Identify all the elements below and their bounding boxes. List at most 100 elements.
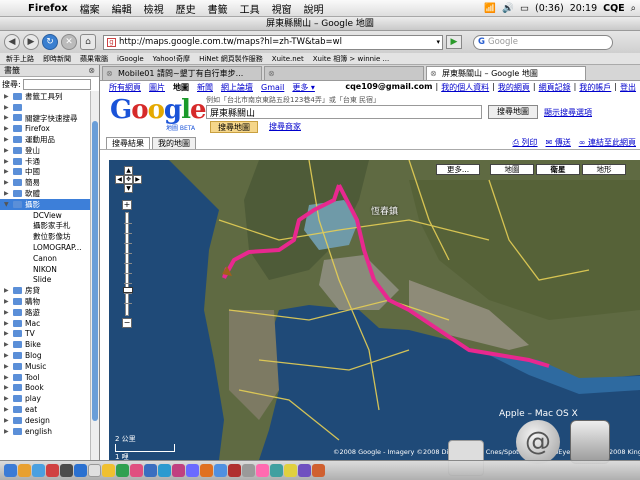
- home-button[interactable]: ⌂: [80, 34, 96, 50]
- dock-app-icon[interactable]: [312, 464, 325, 477]
- bookmark-item[interactable]: DCView: [0, 210, 99, 221]
- go-button[interactable]: ▶: [446, 35, 462, 49]
- disclosure-triangle-icon[interactable]: ▶: [4, 384, 10, 391]
- dock-app-icon[interactable]: [228, 464, 241, 477]
- dock-app-icon[interactable]: [88, 464, 101, 477]
- search-maps-button[interactable]: 搜尋地圖: [488, 105, 538, 119]
- tab-mobile01[interactable]: ⊗ Mobile01 請問~墾丁有自行車步...: [102, 66, 262, 80]
- dock-app-icon[interactable]: [46, 464, 59, 477]
- satellite-map[interactable]: 更多... 地圖 衛星 地形 ▲ ◀ ✥ ▶ ▼ + − 恆春鎮 Apple –…: [109, 160, 640, 460]
- close-tab-icon[interactable]: ⊗: [106, 67, 113, 80]
- bookmark-folder[interactable]: ▶ Firefox: [0, 123, 99, 134]
- disclosure-triangle-icon[interactable]: ▶: [4, 406, 10, 413]
- bookmark-item[interactable]: 攝影家手札: [0, 221, 99, 232]
- pan-left-icon[interactable]: ◀: [115, 175, 124, 184]
- bookmark-folder[interactable]: ▶ english: [0, 426, 99, 437]
- dock-app-icon[interactable]: [200, 464, 213, 477]
- disclosure-triangle-icon[interactable]: ▶: [4, 147, 10, 154]
- zoom-in-icon[interactable]: +: [122, 200, 132, 210]
- link-web-history[interactable]: 網頁記錄: [539, 82, 571, 93]
- close-tab-icon[interactable]: ⊗: [268, 67, 275, 80]
- dock-app-icon[interactable]: [116, 464, 129, 477]
- dock-app-icon[interactable]: [284, 464, 297, 477]
- bookmark-link[interactable]: Xuite 相簿 > winnie ...: [313, 54, 389, 64]
- pan-center-icon[interactable]: ✥: [124, 175, 133, 184]
- dock-app-icon[interactable]: [74, 464, 87, 477]
- bookmark-folder[interactable]: ▶ play: [0, 393, 99, 404]
- dock-app-icon[interactable]: [18, 464, 31, 477]
- pan-down-icon[interactable]: ▼: [124, 184, 133, 193]
- dock-app-icon[interactable]: [298, 464, 311, 477]
- volume-icon[interactable]: 🔊: [502, 3, 514, 14]
- bookmark-item[interactable]: 數位影像坊: [0, 231, 99, 242]
- finder-icon[interactable]: [4, 464, 17, 477]
- bookmark-link[interactable]: 新手上路: [6, 54, 34, 64]
- dock-app-icon[interactable]: [242, 464, 255, 477]
- bookmark-link[interactable]: Xuite.net: [272, 55, 304, 63]
- zoom-slider-thumb[interactable]: [123, 287, 133, 293]
- back-button[interactable]: ◀: [4, 34, 20, 50]
- menu-view[interactable]: 檢視: [138, 1, 170, 16]
- bookmark-folder[interactable]: ▶ 卡通: [0, 156, 99, 167]
- bookmark-link[interactable]: HiNet 網頁製作服務: [199, 54, 263, 64]
- disclosure-triangle-icon[interactable]: ▶: [4, 125, 10, 132]
- bookmark-item[interactable]: Canon: [0, 253, 99, 264]
- bookmark-item[interactable]: LOMOGRAP...: [0, 242, 99, 253]
- bookmark-folder[interactable]: ▶ 中國: [0, 167, 99, 178]
- menu-history[interactable]: 歷史: [170, 1, 202, 16]
- bookmark-folder[interactable]: ▶: [0, 102, 99, 113]
- bookmark-folder[interactable]: ▶ 購物: [0, 296, 99, 307]
- disclosure-triangle-icon[interactable]: ▶: [4, 309, 10, 316]
- disclosure-triangle-icon[interactable]: ▶: [4, 363, 10, 370]
- close-sidebar-icon[interactable]: ⊗: [88, 65, 95, 77]
- tab-blank[interactable]: ⊗: [264, 66, 424, 80]
- link-profile[interactable]: 我的個人資料: [441, 82, 489, 93]
- link-my-account[interactable]: 我的帳戶: [579, 82, 611, 93]
- link-news[interactable]: 新聞: [197, 82, 213, 93]
- menu-clock[interactable]: 20:19: [570, 3, 597, 14]
- tab-search-business[interactable]: 搜尋商家: [262, 121, 308, 133]
- map-type-more[interactable]: 更多...: [436, 164, 480, 175]
- link-my-pages[interactable]: 我的網頁: [498, 82, 530, 93]
- stop-button[interactable]: ✕: [61, 34, 77, 50]
- disclosure-triangle-icon[interactable]: ▶: [4, 330, 10, 337]
- dock-app-icon[interactable]: [172, 464, 185, 477]
- bookmark-folder[interactable]: ▶ TV: [0, 329, 99, 340]
- wifi-icon[interactable]: 📶: [484, 3, 496, 14]
- bookmark-folder[interactable]: ▶ 運動用品: [0, 134, 99, 145]
- disclosure-triangle-icon[interactable]: ▶: [4, 320, 10, 327]
- dock-app-icon[interactable]: [144, 464, 157, 477]
- menu-file[interactable]: 檔案: [74, 1, 106, 16]
- dock-app-icon[interactable]: [186, 464, 199, 477]
- bookmark-folder[interactable]: ▼ 攝影: [0, 198, 99, 210]
- menu-help[interactable]: 說明: [298, 1, 330, 16]
- bookmark-folder[interactable]: ▶ Bike: [0, 339, 99, 350]
- bookmark-item[interactable]: NIKON: [0, 264, 99, 275]
- link-groups[interactable]: 網上論壇: [221, 82, 253, 93]
- map-type-satellite[interactable]: 衛星: [536, 164, 580, 175]
- close-tab-icon[interactable]: ⊗: [430, 67, 437, 80]
- forward-button[interactable]: ▶: [23, 34, 39, 50]
- disclosure-triangle-icon[interactable]: ▶: [4, 287, 10, 294]
- web-search-box[interactable]: G Google: [473, 34, 613, 50]
- menu-window[interactable]: 視窗: [266, 1, 298, 16]
- bookmark-folder[interactable]: ▶ 路遊: [0, 307, 99, 318]
- disclosure-triangle-icon[interactable]: ▼: [4, 201, 10, 208]
- dock-app-icon[interactable]: [102, 464, 115, 477]
- spotlight-icon[interactable]: ⌕: [631, 3, 636, 14]
- tab-google-maps[interactable]: ⊗ 屏東縣關山 – Google 地圖: [426, 66, 586, 80]
- dock-app-icon[interactable]: [214, 464, 227, 477]
- zoom-slider[interactable]: [123, 212, 133, 316]
- tab-my-maps[interactable]: 我的地圖: [152, 137, 196, 149]
- bookmark-folder[interactable]: ▶ 簡易: [0, 177, 99, 188]
- bookmark-folder[interactable]: ▶ 房貸: [0, 285, 99, 296]
- search-options-link[interactable]: 顯示搜尋選項: [544, 107, 592, 118]
- google-logo[interactable]: Google: [110, 95, 207, 125]
- dock-app-icon[interactable]: [158, 464, 171, 477]
- disclosure-triangle-icon[interactable]: ▶: [4, 114, 10, 121]
- bookmark-link[interactable]: iGoogle: [117, 55, 144, 63]
- trash-icon[interactable]: [570, 420, 610, 464]
- bookmark-item[interactable]: Slide: [0, 275, 99, 286]
- bookmark-link[interactable]: Yahoo!奇摩: [153, 54, 190, 64]
- reload-button[interactable]: ↻: [42, 34, 58, 50]
